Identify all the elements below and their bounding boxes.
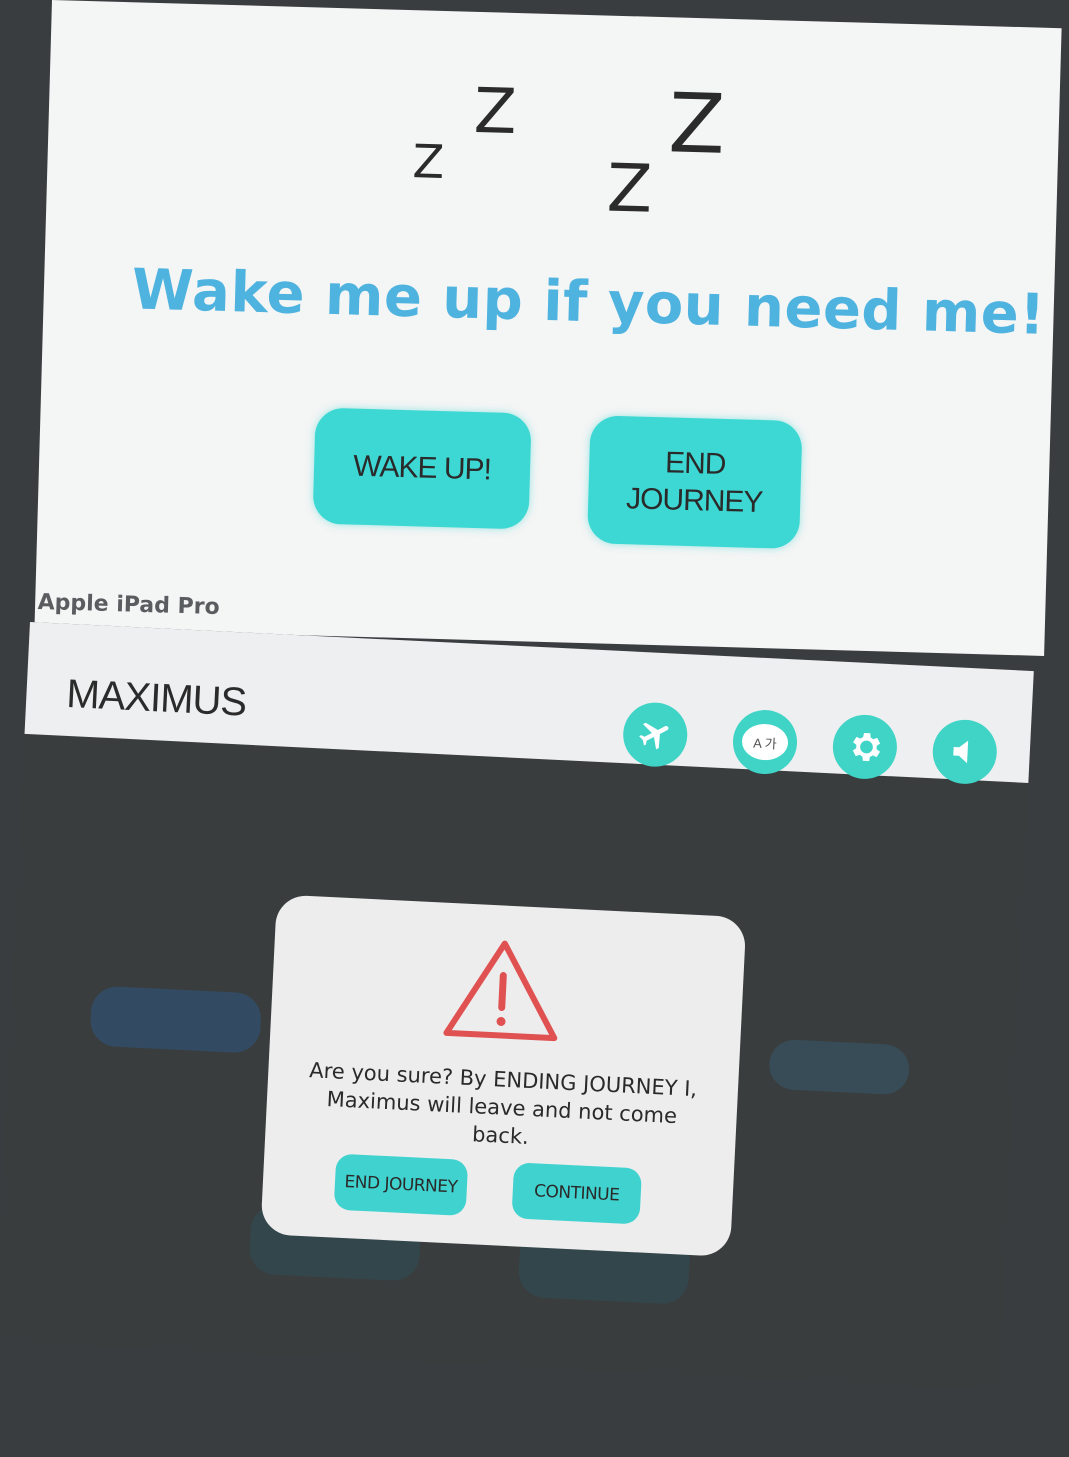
dimmed-background-button [89, 985, 263, 1054]
confirm-end-journey-dialog: Are you sure? By ENDING JOURNEY I, Maxim… [260, 894, 747, 1257]
sleep-z-medium: Z [473, 73, 518, 149]
dimmed-background-button [768, 1038, 911, 1096]
sleep-screen: Z Z Z Z Wake me up if you need me! WAKE … [34, 0, 1062, 656]
app-title: MAXIMUS [65, 671, 248, 725]
wake-up-button[interactable]: WAKE UP! [312, 407, 532, 530]
dialog-continue-button[interactable]: CONTINUE [511, 1162, 643, 1225]
sound-icon[interactable] [931, 718, 999, 786]
gear-icon[interactable] [831, 713, 899, 781]
sleep-message: Wake me up if you need me! [131, 257, 1047, 348]
sleep-z-xlarge: Z [667, 76, 727, 173]
translate-icon[interactable]: A 가 [731, 708, 799, 776]
end-journey-button[interactable]: END JOURNEY [587, 415, 803, 550]
app-screen: MAXIMUS A 가 Are you sure? By ENDING JOUR… [0, 622, 1034, 1391]
dialog-message: Are you sure? By ENDING JOURNEY I, Maxim… [308, 1058, 698, 1149]
dialog-end-journey-button[interactable]: END JOURNEY [333, 1153, 469, 1216]
sleep-z-small: Z [411, 134, 445, 190]
sleep-z-large: Z [605, 149, 654, 228]
translate-bubble: A 가 [741, 722, 789, 762]
device-label: Apple iPad Pro [37, 590, 220, 621]
airplane-icon[interactable] [621, 701, 689, 769]
warning-icon [443, 940, 558, 1042]
